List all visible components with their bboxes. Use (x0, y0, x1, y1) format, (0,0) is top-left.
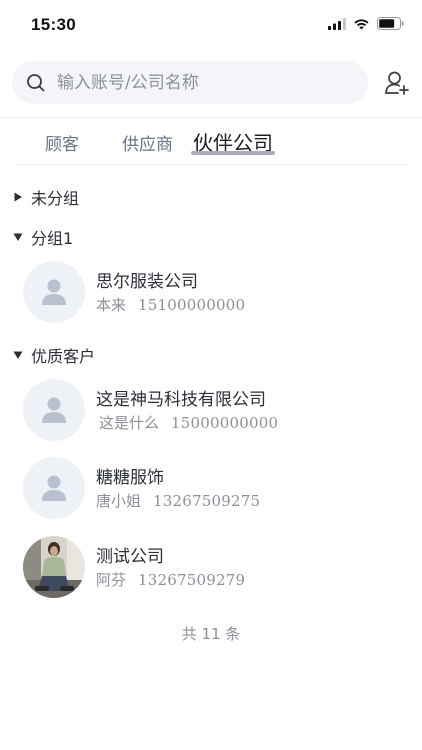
avatar (23, 379, 85, 441)
group-header-quality-customers[interactable]: 优质客户 (13, 343, 95, 367)
caret-down-icon (13, 233, 23, 241)
contact-item[interactable]: 思尔服装公司 本来 15100000000 (0, 254, 422, 330)
contact-info: 这是什么 15000000000 (99, 412, 278, 433)
photo-avatar (23, 536, 85, 598)
default-avatar-icon (42, 279, 66, 305)
cellular-signal-icon (328, 17, 346, 30)
contact-person: 这是什么 (99, 414, 160, 432)
status-icons (328, 17, 404, 30)
group-name: 未分组 (31, 189, 80, 208)
tab-customers[interactable]: 顾客 (45, 130, 79, 155)
group-name: 分组1 (31, 229, 74, 248)
search-input[interactable] (57, 72, 337, 93)
company-name: 这是神马科技有限公司 (96, 390, 266, 410)
caret-right-icon (14, 192, 22, 202)
active-tab-indicator (191, 151, 275, 155)
group-name: 优质客户 (31, 347, 96, 366)
company-name: 思尔服装公司 (96, 272, 198, 292)
default-avatar-icon (42, 475, 66, 501)
contact-phone: 13267509275 (153, 492, 261, 510)
group-header-ungrouped[interactable]: 未分组 (13, 185, 79, 209)
total-count: 共 11 条 (181, 625, 241, 643)
battery-icon (377, 17, 404, 30)
group-header-group1[interactable]: 分组1 (13, 225, 73, 249)
status-bar: 15:30 (0, 0, 422, 50)
contact-info: 唐小姐 13267509275 (96, 490, 260, 511)
caret-down-icon (13, 351, 23, 359)
avatar (23, 536, 85, 598)
tabs-divider (14, 164, 408, 165)
tab-suppliers[interactable]: 供应商 (122, 130, 173, 155)
contact-item[interactable]: 糖糖服饰 唐小姐 13267509275 (0, 450, 422, 526)
company-name: 糖糖服饰 (96, 468, 164, 488)
default-avatar-icon (42, 397, 66, 423)
search-icon (27, 73, 45, 91)
status-time: 15:30 (31, 15, 76, 34)
contact-phone: 15000000000 (171, 414, 279, 432)
search-bar[interactable] (12, 61, 368, 104)
contact-info: 本来 15100000000 (96, 294, 245, 315)
contact-person: 唐小姐 (96, 492, 142, 510)
contact-phone: 13267509279 (138, 571, 246, 589)
contact-info: 阿芬 13267509279 (96, 569, 245, 590)
contact-person: 阿芬 (96, 571, 127, 589)
avatar (23, 457, 85, 519)
avatar (23, 261, 85, 323)
contact-item[interactable]: 这是神马科技有限公司 这是什么 15000000000 (0, 372, 422, 448)
add-contact-icon[interactable] (384, 70, 410, 96)
tab-bar: 顾客 供应商 伙伴公司 (0, 118, 422, 164)
company-name: 测试公司 (96, 547, 164, 567)
contact-phone: 15100000000 (138, 296, 246, 314)
wifi-icon (354, 18, 369, 29)
contact-person: 本来 (96, 296, 127, 314)
contact-item[interactable]: 测试公司 阿芬 13267509279 (0, 529, 422, 605)
